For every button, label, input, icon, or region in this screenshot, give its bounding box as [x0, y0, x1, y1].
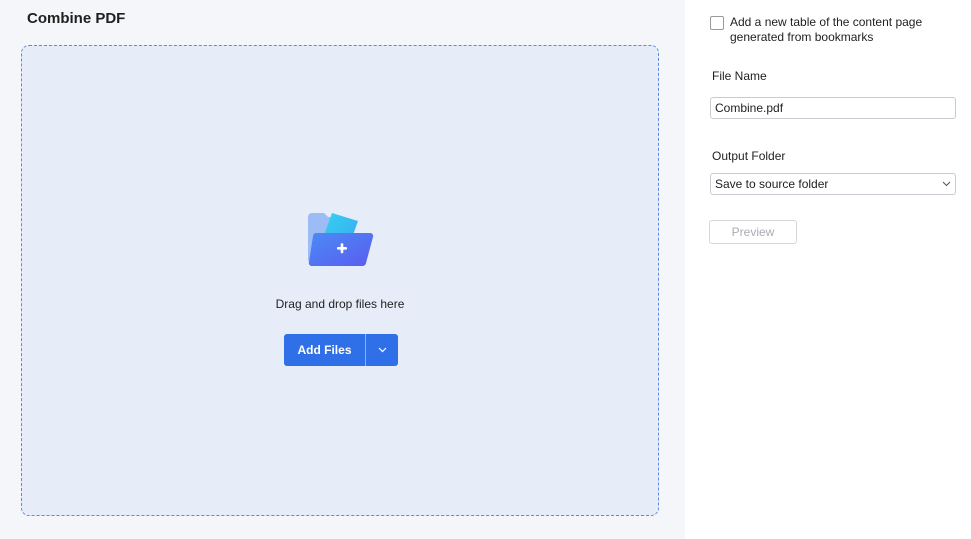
chevron-down-icon [942, 181, 951, 187]
toc-checkbox[interactable] [710, 16, 724, 30]
folder-add-icon [308, 213, 374, 267]
preview-button[interactable]: Preview [709, 220, 797, 244]
output-folder-value: Save to source folder [715, 177, 829, 191]
drop-instruction: Drag and drop files here [275, 297, 405, 311]
output-folder-select[interactable]: Save to source folder [710, 173, 956, 195]
add-files-dropdown[interactable] [366, 334, 398, 366]
file-name-label: File Name [712, 69, 767, 83]
page-title: Combine PDF [27, 10, 126, 27]
toc-option: Add a new table of the content page gene… [710, 15, 960, 45]
file-name-input[interactable] [710, 97, 956, 119]
chevron-down-icon [378, 347, 386, 353]
output-folder-label: Output Folder [712, 149, 786, 163]
add-files-split-button: Add Files [284, 334, 398, 366]
toc-checkbox-label[interactable]: Add a new table of the content page gene… [730, 15, 950, 45]
left-pane: Combine PDF Drag and drop files here Add [0, 0, 685, 539]
drop-zone[interactable]: Drag and drop files here Add Files [21, 45, 659, 516]
settings-pane: Add a new table of the content page gene… [685, 0, 971, 539]
add-files-button[interactable]: Add Files [284, 334, 365, 366]
